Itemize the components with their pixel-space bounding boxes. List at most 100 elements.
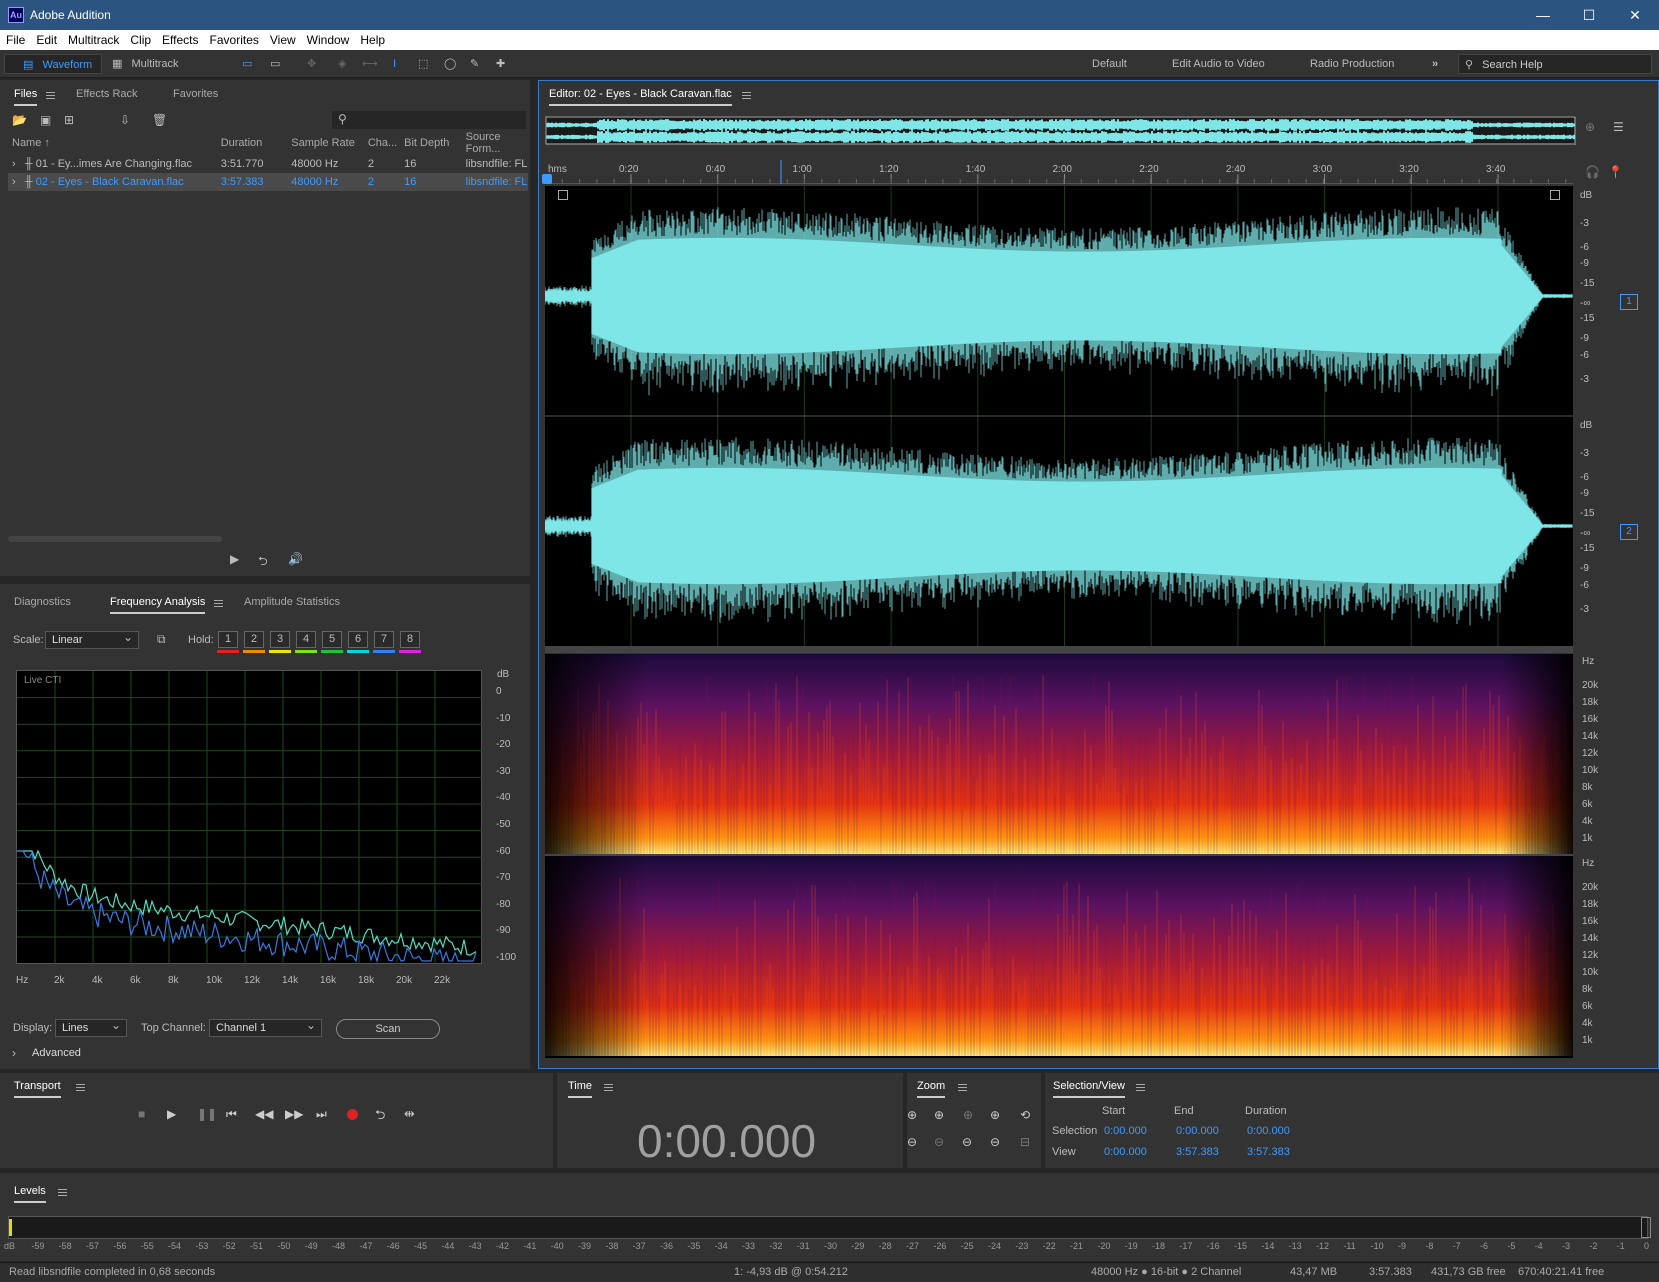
- maximize-icon[interactable]: ☐: [1566, 4, 1612, 26]
- analysis-panel-menu-icon[interactable]: [214, 600, 223, 607]
- more-workspaces-icon[interactable]: »: [1432, 54, 1438, 74]
- table-row[interactable]: › ╫ 01 - Ey...imes Are Changing.flac 3:5…: [8, 155, 528, 173]
- workspace-radio-production[interactable]: Radio Production: [1310, 54, 1394, 74]
- clip-indicator[interactable]: [1641, 1217, 1651, 1238]
- scan-button[interactable]: Scan: [336, 1019, 440, 1039]
- zoom-to-selection-icon[interactable]: ⊕: [963, 1108, 973, 1122]
- record-icon[interactable]: [347, 1109, 358, 1120]
- menu-multitrack[interactable]: Multitrack: [62, 30, 124, 47]
- zoom-in-point-icon[interactable]: ⊕: [990, 1108, 1000, 1122]
- hold-button-4[interactable]: 4: [296, 631, 316, 648]
- fade-in-handle[interactable]: [558, 190, 568, 200]
- playhead-handle[interactable]: [542, 174, 552, 184]
- fade-out-handle[interactable]: [1550, 190, 1560, 200]
- preview-play-icon[interactable]: ▶: [230, 552, 239, 566]
- menu-view[interactable]: View: [264, 30, 301, 47]
- column-name[interactable]: Name ↑: [8, 131, 217, 155]
- fast-forward-icon[interactable]: ▶▶: [285, 1107, 303, 1121]
- column-bit-depth[interactable]: Bit Depth: [400, 131, 462, 155]
- skip-selection-icon[interactable]: ⇹: [404, 1106, 415, 1122]
- loop-playback-icon[interactable]: ⮌: [375, 1106, 385, 1128]
- play-icon[interactable]: ▶: [167, 1107, 176, 1121]
- files-panel-menu-icon[interactable]: [46, 92, 55, 99]
- time-selection-tool-icon[interactable]: I: [393, 54, 396, 74]
- hold-button-8[interactable]: 8: [400, 631, 420, 648]
- insert-icon[interactable]: ⇩: [120, 113, 130, 127]
- hold-button-7[interactable]: 7: [374, 631, 394, 648]
- editor-title-tab[interactable]: Editor: 02 - Eyes - Black Caravan.flac: [549, 88, 732, 106]
- zoom-menu-icon[interactable]: [958, 1084, 967, 1091]
- move-tool-icon[interactable]: ✥: [307, 54, 316, 74]
- import-file-icon[interactable]: ▣: [40, 113, 51, 127]
- transport-menu-icon[interactable]: [76, 1084, 85, 1091]
- files-horizontal-scrollbar[interactable]: [8, 536, 222, 542]
- time-menu-icon[interactable]: [604, 1084, 613, 1091]
- zoom-fit-icon[interactable]: ⊟: [1020, 1135, 1030, 1149]
- table-row[interactable]: › ╫ 02 - Eyes - Black Caravan.flac 3:57.…: [8, 173, 528, 191]
- preview-autoplay-icon[interactable]: 🔊: [288, 552, 303, 566]
- column-duration[interactable]: Duration: [217, 131, 288, 155]
- menu-help[interactable]: Help: [354, 30, 390, 47]
- zoom-out-full-icon[interactable]: ⊖: [962, 1135, 972, 1149]
- waveform-spectral-splitter[interactable]: [545, 646, 1573, 653]
- column-channels[interactable]: Cha...: [364, 131, 400, 155]
- menu-effects[interactable]: Effects: [156, 30, 203, 47]
- pause-icon[interactable]: ❚❚: [197, 1107, 217, 1121]
- selection-start-field[interactable]: 0:00.000: [1104, 1125, 1147, 1137]
- waveform-view-button[interactable]: ▤ Waveform: [4, 54, 102, 74]
- selection-end-field[interactable]: 0:00.000: [1176, 1125, 1219, 1137]
- tab-effects-rack[interactable]: Effects Rack: [76, 88, 138, 100]
- tab-amplitude-statistics[interactable]: Amplitude Statistics: [244, 596, 340, 608]
- advanced-chevron-icon[interactable]: ›: [12, 1046, 16, 1060]
- tab-favorites[interactable]: Favorites: [173, 88, 218, 100]
- delete-icon[interactable]: 🗑: [152, 113, 167, 127]
- advanced-toggle[interactable]: Advanced: [32, 1047, 81, 1059]
- zoom-in-time-icon[interactable]: ⊕: [934, 1108, 944, 1122]
- display-options-icon[interactable]: ☰: [1613, 120, 1624, 134]
- move-to-next-icon[interactable]: ⏭: [316, 1107, 327, 1122]
- rewind-icon[interactable]: ◀◀: [255, 1107, 273, 1121]
- top-channel-select[interactable]: Channel 1: [209, 1017, 322, 1037]
- view-end-field[interactable]: 3:57.383: [1176, 1146, 1219, 1158]
- zoom-out-amplitude-icon[interactable]: ⊖: [907, 1135, 917, 1149]
- tab-files[interactable]: Files: [14, 88, 38, 106]
- menu-file[interactable]: File: [0, 30, 30, 47]
- menu-clip[interactable]: Clip: [124, 30, 156, 47]
- tab-frequency-analysis[interactable]: Frequency Analysis: [110, 596, 206, 614]
- editor-menu-icon[interactable]: [742, 92, 751, 99]
- scale-select[interactable]: Linear: [45, 629, 139, 649]
- hold-button-6[interactable]: 6: [348, 631, 368, 648]
- pin-icon[interactable]: 📍: [1608, 165, 1623, 179]
- zoom-out-point-icon[interactable]: ⊖: [990, 1135, 1000, 1149]
- brush-tool-icon[interactable]: ✎: [470, 54, 479, 74]
- lasso-tool-icon[interactable]: ◯: [444, 54, 456, 74]
- tab-diagnostics[interactable]: Diagnostics: [14, 596, 71, 608]
- overview-navigator[interactable]: [545, 116, 1577, 146]
- multitrack-view-button[interactable]: ▦ Multitrack: [112, 54, 202, 74]
- menu-edit[interactable]: Edit: [30, 30, 62, 47]
- zoom-reset-icon[interactable]: ⟲: [1020, 1108, 1030, 1122]
- zoom-in-amplitude-icon[interactable]: ⊕: [907, 1108, 917, 1122]
- selection-duration-field[interactable]: 0:00.000: [1247, 1125, 1290, 1137]
- waveform-display[interactable]: [544, 186, 1573, 646]
- hold-button-5[interactable]: 5: [322, 631, 342, 648]
- razor-tool-icon[interactable]: ◈: [338, 54, 346, 74]
- channel-2-badge[interactable]: 2: [1620, 524, 1638, 540]
- workspace-edit-audio-video[interactable]: Edit Audio to Video: [1172, 54, 1265, 74]
- new-file-icon[interactable]: ⊞: [64, 113, 74, 127]
- close-icon[interactable]: ✕: [1612, 4, 1658, 26]
- spot-healing-icon[interactable]: ✚: [496, 54, 505, 74]
- stop-icon[interactable]: ■: [138, 1107, 145, 1121]
- display-select[interactable]: Lines: [55, 1017, 127, 1037]
- channel-1-badge[interactable]: 1: [1620, 294, 1638, 310]
- open-file-icon[interactable]: 📂: [12, 113, 27, 127]
- pitch-display-icon[interactable]: ▭: [270, 54, 280, 74]
- minimize-icon[interactable]: —: [1520, 4, 1566, 26]
- hold-button-1[interactable]: 1: [218, 631, 238, 648]
- expand-chevron-icon[interactable]: ›: [12, 176, 16, 188]
- levels-menu-icon[interactable]: [58, 1189, 67, 1196]
- view-duration-field[interactable]: 3:57.383: [1247, 1146, 1290, 1158]
- slip-tool-icon[interactable]: ⟷: [362, 54, 378, 74]
- zoom-out-time-icon[interactable]: ⊖: [934, 1135, 944, 1149]
- spectral-display[interactable]: [544, 654, 1573, 1058]
